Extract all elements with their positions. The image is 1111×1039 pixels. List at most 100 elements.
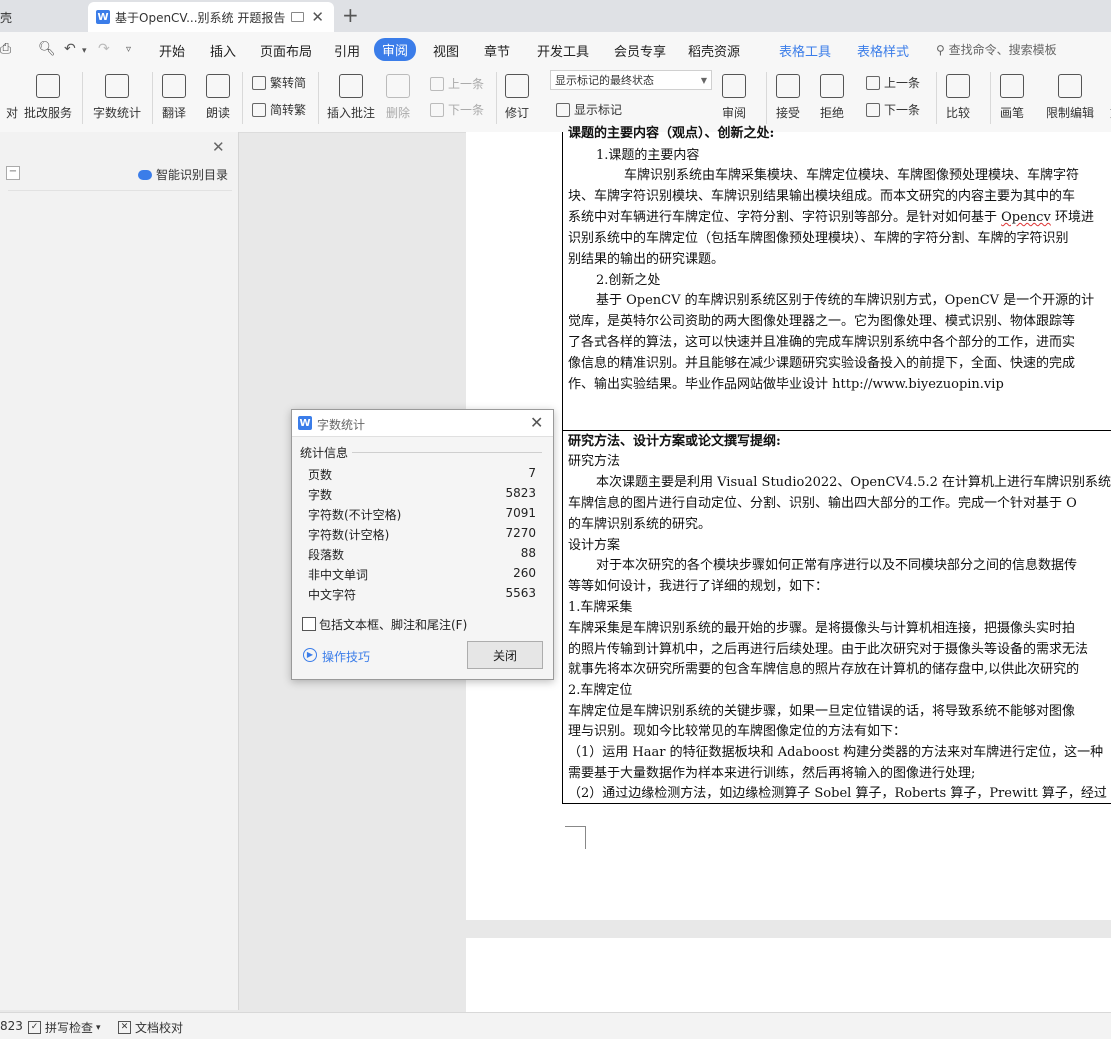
prev-change-button[interactable]: 上一条	[866, 74, 920, 91]
redo-icon[interactable]: ↷	[98, 41, 110, 57]
menu-home[interactable]: 开始	[159, 41, 185, 60]
ribbon-separator	[936, 72, 937, 124]
collapse-all-icon[interactable]: −	[6, 166, 20, 180]
menu-table-tools[interactable]: 表格工具	[779, 41, 831, 60]
reject-button[interactable]: 拒绝	[820, 74, 844, 121]
close-button[interactable]: 关闭	[467, 641, 543, 669]
word-count-status[interactable]: 823	[0, 1019, 23, 1033]
smart-toc-button[interactable]: 智能识别目录	[138, 166, 228, 183]
new-tab-button[interactable]: +	[342, 4, 359, 26]
prev-comment-label: 上一条	[448, 77, 485, 91]
review-pane-label: 审阅	[722, 106, 747, 120]
markup-state-select[interactable]: 显示标记的最终状态 ▼	[550, 70, 712, 90]
insert-comment-label: 插入批注	[327, 106, 376, 120]
smart-toc-icon	[138, 169, 152, 180]
translate-label: 翻译	[162, 106, 187, 120]
review-service-button[interactable]: 批改服务	[24, 74, 72, 121]
menu-developer[interactable]: 开发工具	[537, 41, 589, 60]
play-tips-icon[interactable]: ▶	[303, 648, 317, 662]
wps-logo-icon: W	[96, 10, 110, 24]
next-change-button[interactable]: 下一条	[866, 101, 920, 118]
word-count-button[interactable]: 字数统计	[93, 74, 141, 121]
doc-proof-button[interactable]: ✕ 文档校对	[118, 1019, 183, 1036]
print-icon[interactable]: ⎙	[0, 41, 11, 57]
tab-document[interactable]: W 基于OpenCV...别系统 开题报告 ✕	[88, 2, 334, 32]
accept-button[interactable]: 接受	[776, 74, 800, 121]
doc-line: 作、输出实验结果。毕业作品网站做毕业设计 http://www.biyezuop…	[568, 377, 1004, 392]
tab-previous-label: 壳	[0, 10, 13, 25]
doc-line: 研究方法	[568, 454, 621, 469]
tab-close-icon[interactable]: ✕	[311, 8, 324, 26]
menu-bar: ⎙ 🔍︎ ↶ ▾ ↷ ▿ 开始 插入 页面布局 引用 审阅 视图 章节 开发工具…	[0, 32, 1111, 66]
tab-previous[interactable]: 壳	[0, 2, 84, 32]
menu-review[interactable]: 审阅	[374, 38, 417, 61]
spell-check-label: 拼写检查	[45, 1021, 94, 1035]
menu-docer[interactable]: 稻壳资源	[688, 41, 740, 60]
menu-page-layout[interactable]: 页面布局	[260, 41, 312, 60]
ribbon-partial-right[interactable]: 文	[1104, 74, 1111, 121]
dialog-close-icon[interactable]: ✕	[530, 413, 543, 432]
track-changes-button[interactable]: 修订	[505, 74, 529, 121]
command-search-label: 查找命令、搜索模板	[948, 43, 1057, 57]
prev-comment-button[interactable]: 上一条	[430, 75, 484, 92]
status-bar: 823 ✓ 拼写检查 ▾ ✕ 文档校对	[0, 1012, 1111, 1039]
read-aloud-button[interactable]: 朗读	[206, 74, 230, 121]
compare-button[interactable]: 比较	[946, 74, 970, 121]
stat-label-chars-with-spaces: 字符数(计空格)	[308, 528, 390, 542]
doc-line: 1.课题的主要内容	[596, 148, 700, 163]
stats-section-label: 统计信息	[300, 446, 349, 460]
nav-outline-area[interactable]	[8, 190, 232, 1003]
dialog-titlebar[interactable]: W 字数统计 ✕	[292, 410, 553, 437]
trad-to-simp-button[interactable]: 繁转简	[252, 74, 306, 91]
trad-to-simp-label: 繁转简	[270, 76, 307, 90]
ribbon-review: 对 批改服务 字数统计 翻译 朗读 繁转简 简转繁 插入批注 删除 上一条 下一…	[0, 66, 1111, 133]
prev-change-label: 上一条	[884, 76, 921, 90]
tips-link[interactable]: 操作技巧	[322, 648, 370, 665]
menu-member[interactable]: 会员专享	[614, 41, 666, 60]
menu-sections[interactable]: 章节	[484, 41, 510, 60]
doc-line: 像信息的精准识别。并且能够在减少课题研究实验设备投入的前提下，全面、快速的完成	[568, 356, 1076, 371]
ribbon-partial-left[interactable]: 对	[0, 74, 24, 121]
show-markup-icon	[556, 102, 570, 117]
doc-line: 块、车牌字符识别模块、车牌识别结果输出模块组成。而本文研究的内容主要为其中的车	[568, 189, 1076, 204]
stat-value-chars-with-spaces: 7270	[505, 526, 536, 540]
nav-close-icon[interactable]: ✕	[212, 138, 225, 156]
review-pane-icon	[722, 74, 746, 98]
menu-references[interactable]: 引用	[334, 41, 360, 60]
doc-line: 系统中对车辆进行车牌定位、字符分割、字符识别等部分。是针对如何基于 Opencv…	[568, 210, 1094, 225]
menu-view[interactable]: 视图	[433, 41, 459, 60]
include-textbox-label[interactable]: 包括文本框、脚注和尾注(F)	[319, 616, 467, 633]
quick-access-more-icon[interactable]: ▿	[126, 44, 131, 55]
ribbon-separator	[990, 72, 991, 124]
undo-dropdown-icon[interactable]: ▾	[82, 46, 87, 56]
menu-table-style[interactable]: 表格样式	[857, 41, 909, 60]
insert-comment-button[interactable]: 插入批注	[327, 74, 375, 121]
undo-icon[interactable]: ↶	[64, 41, 76, 57]
stat-label-words: 字数	[308, 488, 333, 502]
prev-comment-icon	[430, 76, 444, 91]
show-markup-button[interactable]: 显示标记	[556, 101, 622, 118]
restrict-edit-button[interactable]: 限制编辑	[1046, 74, 1094, 121]
chevron-down-icon: ▾	[96, 1022, 101, 1033]
screen-share-icon[interactable]	[291, 12, 305, 22]
section-divider	[352, 452, 542, 453]
stat-label-chars-no-spaces: 字符数(不计空格)	[308, 508, 402, 522]
next-comment-button[interactable]: 下一条	[430, 101, 484, 118]
spell-check-toggle[interactable]: ✓ 拼写检查 ▾	[28, 1019, 101, 1036]
translate-button[interactable]: 翻译	[162, 74, 186, 121]
include-textbox-checkbox[interactable]	[302, 617, 316, 631]
simp-to-trad-button[interactable]: 简转繁	[252, 101, 306, 118]
compare-icon	[946, 74, 970, 98]
review-pane-button[interactable]: 审阅	[722, 74, 746, 121]
stat-value-pages: 7	[528, 466, 536, 480]
menu-insert[interactable]: 插入	[210, 41, 236, 60]
next-comment-label: 下一条	[448, 103, 485, 117]
command-search[interactable]: ⚲ 查找命令、搜索模板	[936, 41, 1057, 58]
ink-button[interactable]: 画笔	[1000, 74, 1024, 121]
markup-state-value: 显示标记的最终状态	[555, 74, 654, 87]
print-preview-icon[interactable]: 🔍︎	[38, 41, 56, 57]
document-page-next[interactable]	[466, 938, 1111, 1018]
tab-bar: 壳 W 基于OpenCV...别系统 开题报告 ✕ +	[0, 0, 1111, 32]
delete-comment-button[interactable]: 删除	[386, 74, 410, 121]
simp-to-trad-icon	[252, 102, 266, 117]
